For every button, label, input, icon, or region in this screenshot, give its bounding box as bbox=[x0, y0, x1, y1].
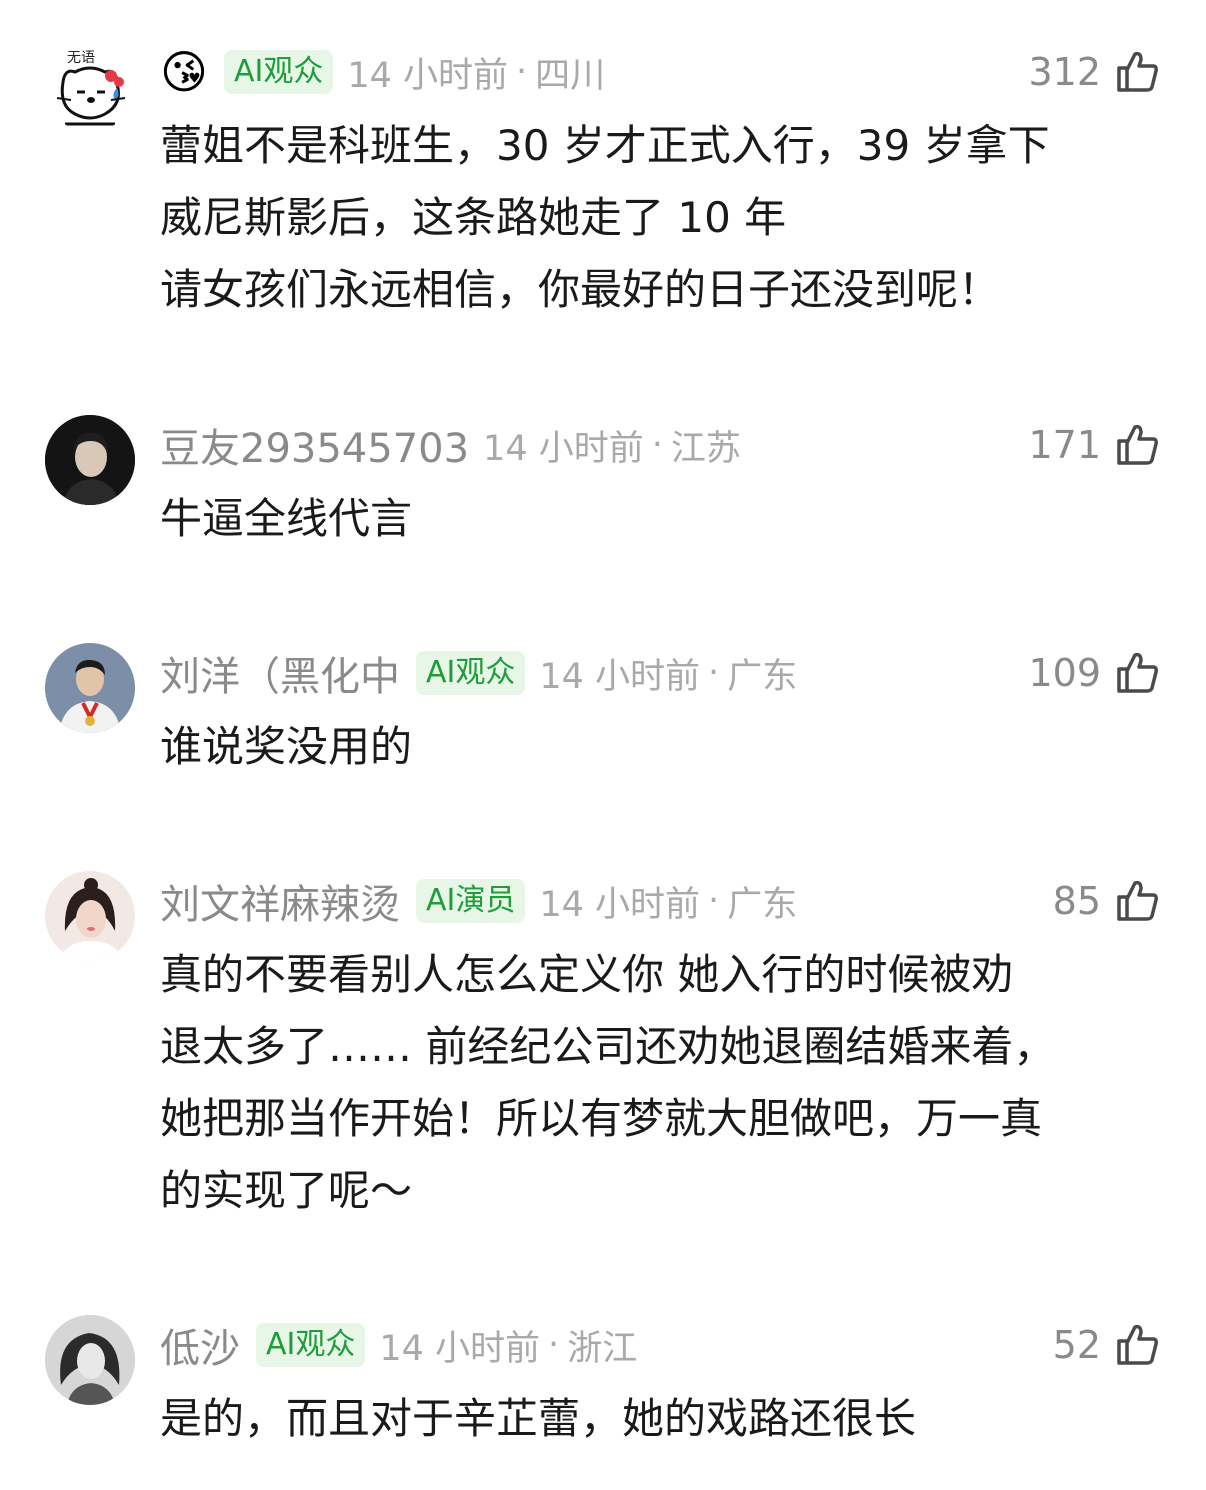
meta-separator: · bbox=[516, 52, 528, 92]
comment-location: 四川 bbox=[535, 55, 606, 96]
ai-badge: AI演员 bbox=[416, 879, 526, 923]
comment-time: 14 小时前 bbox=[347, 55, 509, 96]
like-count: 85 bbox=[1052, 879, 1101, 923]
like-button[interactable]: 171 bbox=[1028, 415, 1161, 475]
meta-separator: · bbox=[708, 653, 720, 693]
comment-body: 蕾姐不是科班生，30 岁才正式入行，39 岁拿下 威尼斯影后，这条路她走了 10… bbox=[160, 110, 1160, 326]
comment-time: 14 小时前 bbox=[379, 1328, 541, 1369]
comment-body: 是的，而且对于辛芷蕾，她的戏路还很长 bbox=[160, 1383, 1160, 1455]
comment-location: 广东 bbox=[727, 884, 798, 925]
comment-line: 的实现了呢～ bbox=[160, 1166, 413, 1215]
like-button[interactable]: 312 bbox=[1028, 42, 1161, 102]
username[interactable]: 低沙 bbox=[160, 1316, 240, 1374]
comment-body: 真的不要看别人怎么定义你 她入行的时候被劝 退太多了…… 前经纪公司还劝她退圈结… bbox=[160, 939, 1160, 1227]
comment-header: 刘洋（黑化中 AI观众 14 小时前 · 广东 bbox=[160, 643, 797, 703]
comment-location: 江苏 bbox=[670, 428, 741, 469]
comment-line: 蕾姐不是科班生，30 岁才正式入行，39 岁拿下 bbox=[160, 121, 1050, 170]
avatar[interactable] bbox=[45, 1315, 135, 1405]
comment-line: 谁说奖没用的 bbox=[160, 722, 413, 771]
thumbs-up-icon[interactable] bbox=[1113, 877, 1161, 925]
comment-header: 低沙 AI观众 14 小时前 · 浙江 bbox=[160, 1315, 637, 1375]
comment-time: 14 小时前 bbox=[539, 656, 701, 697]
like-count: 52 bbox=[1052, 1323, 1101, 1367]
hello-kitty-sketch-icon: 无语 bbox=[45, 42, 135, 132]
athlete-portrait-avatar bbox=[45, 643, 135, 733]
thumbs-up-icon[interactable] bbox=[1113, 1321, 1161, 1369]
ai-badge: AI观众 bbox=[256, 1323, 366, 1367]
comment-line: 真的不要看别人怎么定义你 她入行的时候被劝 bbox=[160, 950, 1014, 999]
ai-badge: AI观众 bbox=[416, 651, 526, 695]
avatar[interactable] bbox=[45, 871, 135, 961]
thumbs-up-icon[interactable] bbox=[1113, 421, 1161, 469]
like-button[interactable]: 85 bbox=[1053, 871, 1161, 931]
avatar[interactable]: 无语 bbox=[45, 42, 135, 132]
meta-separator: · bbox=[548, 1325, 560, 1365]
meta-separator: · bbox=[651, 425, 663, 465]
bw-portrait-avatar bbox=[45, 1315, 135, 1405]
username[interactable]: 刘文祥麻辣烫 bbox=[160, 872, 400, 930]
avatar[interactable] bbox=[45, 643, 135, 733]
like-button[interactable]: 52 bbox=[1053, 1315, 1161, 1375]
svg-text:无语: 无语 bbox=[67, 50, 95, 66]
username-emoji[interactable]: 😘 bbox=[160, 49, 208, 95]
comment-header: 豆友293545703 14 小时前 · 江苏 bbox=[160, 415, 741, 475]
comment-header: 刘文祥麻辣烫 AI演员 14 小时前 · 广东 bbox=[160, 871, 797, 931]
comment-body: 牛逼全线代言 bbox=[160, 483, 1160, 555]
comment-body: 谁说奖没用的 bbox=[160, 711, 1160, 783]
ai-badge: AI观众 bbox=[223, 50, 334, 94]
comment-line: 是的，而且对于辛芷蕾，她的戏路还很长 bbox=[160, 1394, 917, 1443]
like-count: 109 bbox=[1028, 651, 1101, 695]
comment-line: 威尼斯影后，这条路她走了 10 年 bbox=[160, 193, 787, 242]
like-count: 312 bbox=[1028, 50, 1101, 94]
username[interactable]: 豆友293545703 bbox=[160, 416, 469, 474]
comment-time: 14 小时前 bbox=[483, 428, 644, 469]
username[interactable]: 刘洋（黑化中 bbox=[160, 644, 400, 702]
avatar[interactable] bbox=[45, 415, 135, 505]
like-count: 171 bbox=[1028, 423, 1101, 467]
comment-location: 浙江 bbox=[567, 1328, 638, 1369]
comment-line: 请女孩们永远相信，你最好的日子还没到呢！ bbox=[160, 265, 1001, 314]
like-button[interactable]: 109 bbox=[1028, 643, 1161, 703]
dark-portrait-avatar bbox=[45, 415, 135, 505]
comment-header: 😘 AI观众 14 小时前 · 四川 bbox=[160, 42, 605, 102]
thumbs-up-icon[interactable] bbox=[1113, 48, 1161, 96]
meta-separator: · bbox=[708, 881, 720, 921]
thumbs-up-icon[interactable] bbox=[1113, 649, 1161, 697]
comment-location: 广东 bbox=[727, 656, 798, 697]
comment-line: 退太多了…… 前经纪公司还劝她退圈结婚来着， bbox=[160, 1022, 1056, 1071]
woman-portrait-avatar bbox=[45, 871, 135, 961]
comment-time: 14 小时前 bbox=[539, 884, 701, 925]
comment-line: 牛逼全线代言 bbox=[160, 494, 413, 543]
comment-line: 她把那当作开始！所以有梦就大胆做吧，万一真 bbox=[160, 1094, 1043, 1143]
